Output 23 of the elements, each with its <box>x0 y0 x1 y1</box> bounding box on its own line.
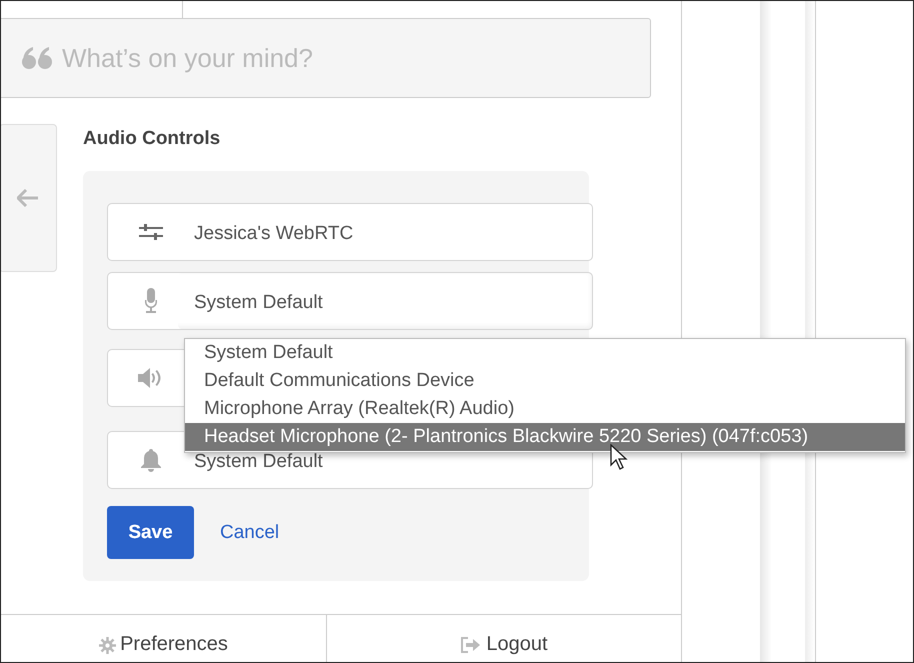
dropdown-option[interactable]: Headset Microphone (2- Plantronics Blackwire 5220 Series) (047f:c053) <box>185 423 905 451</box>
left-arrow-icon <box>17 189 39 207</box>
sliders-icon <box>139 224 163 240</box>
microphone-icon <box>144 288 158 314</box>
select-field[interactable]: System Default <box>107 272 593 330</box>
cancel-link[interactable]: Cancel <box>220 522 280 544</box>
quote-icon <box>22 47 52 69</box>
footer-link[interactable]: Preferences <box>120 633 228 656</box>
back-panel[interactable] <box>1 124 57 272</box>
dropdown-option[interactable]: Default Communications Device <box>185 367 905 395</box>
bell-icon <box>139 448 163 472</box>
footer-link[interactable]: Logout <box>486 633 548 656</box>
field-value: Jessica's WebRTC <box>194 222 354 244</box>
save-button[interactable]: Save <box>107 506 194 559</box>
field-value: System Default <box>194 450 323 472</box>
placeholder-text: What’s on your mind? <box>62 42 313 74</box>
dropdown-option[interactable]: System Default <box>185 339 905 367</box>
dropdown-option[interactable]: Microphone Array (Realtek(R) Audio) <box>185 395 905 423</box>
select-field[interactable]: Jessica's WebRTC <box>107 203 593 261</box>
section-title: Audio Controls <box>83 128 222 150</box>
field-value: System Default <box>194 290 323 314</box>
gear-icon <box>99 637 116 654</box>
logout-icon <box>460 636 482 654</box>
